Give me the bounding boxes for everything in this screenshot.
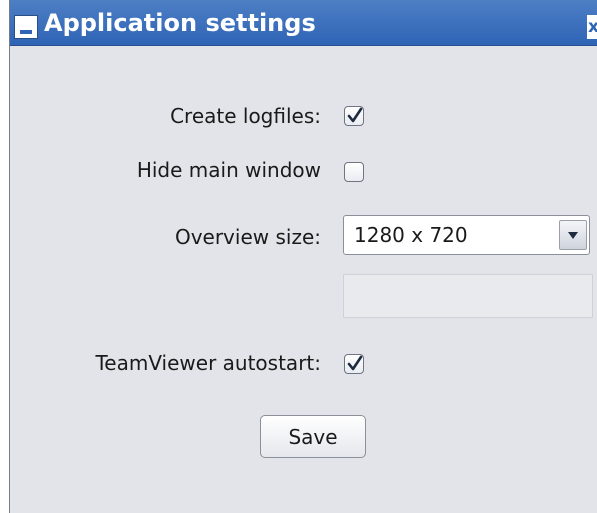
dropdown-arrow-button[interactable] [559, 220, 587, 250]
create-logfiles-label: Create logfiles: [170, 104, 321, 128]
close-icon: x [588, 17, 597, 37]
hide-main-window-checkbox[interactable] [344, 162, 364, 182]
overview-size-label: Overview size: [174, 225, 321, 249]
blank-input-field[interactable] [343, 274, 593, 318]
settings-window: Application settings x Create logfiles: … [9, 0, 597, 513]
checkmark-icon [347, 107, 363, 123]
hide-main-window-label: Hide main window [136, 158, 321, 182]
minimize-icon [20, 30, 32, 34]
title-bar: Application settings x [10, 0, 597, 46]
teamviewer-autostart-checkbox[interactable] [344, 354, 364, 374]
teamviewer-autostart-label: TeamViewer autostart: [95, 351, 321, 375]
overview-size-value: 1280 x 720 [354, 223, 468, 247]
chevron-down-icon [568, 232, 578, 239]
save-button[interactable]: Save [260, 415, 366, 458]
overview-size-select[interactable]: 1280 x 720 [343, 215, 590, 255]
window-title: Application settings [44, 9, 316, 37]
create-logfiles-checkbox[interactable] [344, 106, 364, 126]
checkmark-icon [347, 355, 363, 371]
minimize-button[interactable] [14, 15, 38, 39]
close-button[interactable]: x [587, 15, 597, 39]
